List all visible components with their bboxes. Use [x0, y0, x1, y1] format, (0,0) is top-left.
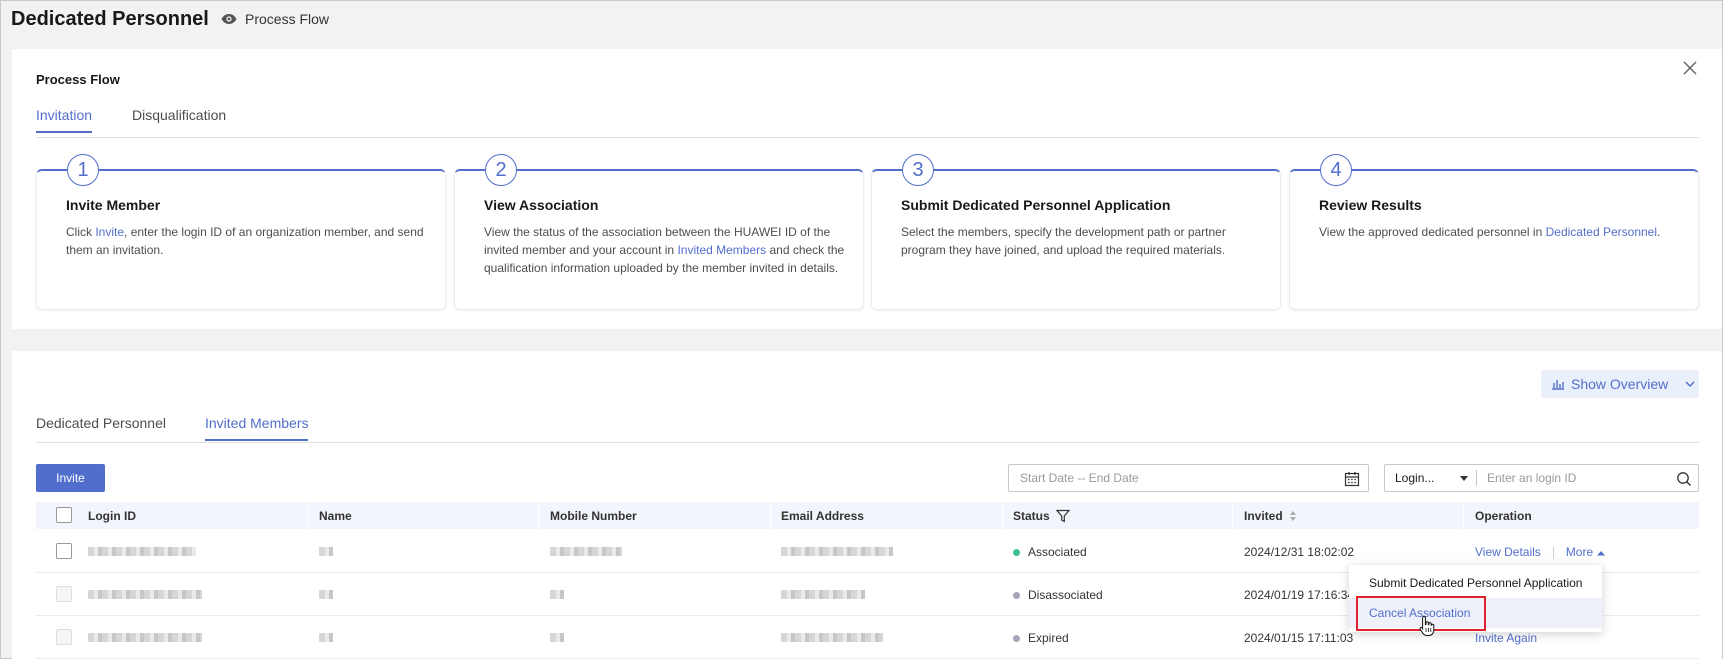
login-id-search-input[interactable]: Enter an login ID: [1476, 464, 1699, 492]
show-overview-button[interactable]: Show Overview: [1541, 370, 1699, 398]
step-title: Review Results: [1319, 197, 1422, 213]
select-all-checkbox[interactable]: [56, 507, 72, 523]
step-description: View the approved dedicated personnel in…: [1319, 225, 1661, 239]
step-number: 1: [67, 154, 99, 186]
eye-icon: [221, 14, 237, 24]
step-title: Invite Member: [66, 197, 161, 213]
step-number: 3: [902, 154, 934, 186]
sort-icon[interactable]: [1289, 510, 1297, 522]
row-checkbox: [56, 586, 72, 602]
column-name: Name: [319, 509, 352, 523]
close-icon[interactable]: [1681, 59, 1699, 77]
step-card-2: 2 View Association View the status of th…: [454, 154, 864, 310]
step-card-1: 1 Invite Member Click Invite, enter the …: [36, 154, 446, 310]
filter-icon[interactable]: [1055, 509, 1070, 523]
column-invited-label: Invited: [1244, 509, 1283, 523]
redacted-mobile: [550, 547, 622, 556]
step-number: 4: [1320, 154, 1352, 186]
more-dropdown[interactable]: More: [1566, 545, 1605, 559]
table-header: Login ID Name Mobile Number Email Addres…: [36, 502, 1699, 529]
login-type-value: Login...: [1395, 471, 1435, 485]
step-title: View Association: [484, 197, 599, 213]
tab-disqualification[interactable]: Disqualification: [132, 107, 226, 131]
operation-cell: Invite Again: [1475, 631, 1537, 645]
invite-link[interactable]: Invite: [95, 225, 124, 239]
status-dot: [1013, 635, 1020, 643]
redacted-mobile: [550, 633, 564, 642]
column-status: Status: [1013, 509, 1070, 523]
list-tabs: Dedicated Personnel Invited Members: [36, 415, 1699, 443]
column-mobile-number: Mobile Number: [550, 509, 637, 523]
process-flow-tabs: Invitation Disqualification: [36, 107, 1699, 138]
operation-cell: View Details More: [1475, 545, 1605, 559]
search-icon[interactable]: [1676, 471, 1692, 487]
row-checkbox[interactable]: [56, 543, 72, 559]
redacted-name: [319, 590, 333, 599]
calendar-icon[interactable]: [1344, 471, 1360, 487]
column-email-address: Email Address: [781, 509, 864, 523]
redacted-login-id: [88, 633, 202, 642]
invite-button[interactable]: Invite: [36, 464, 105, 492]
status-dot: [1013, 549, 1020, 557]
step-description: Select the members, specify the developm…: [901, 225, 1226, 257]
redacted-email: [781, 590, 865, 599]
step-description: Click Invite, enter the login ID of an o…: [66, 225, 424, 257]
redacted-login-id: [88, 590, 202, 599]
redacted-email: [781, 633, 883, 642]
step-description: View the status of the association betwe…: [484, 225, 845, 275]
status-dot: [1013, 592, 1020, 600]
bar-chart-icon: [1552, 380, 1564, 390]
status-cell: Disassociated: [1013, 588, 1103, 602]
row-checkbox: [56, 629, 72, 645]
redacted-mobile: [550, 590, 564, 599]
caret-up-icon: [1596, 550, 1605, 556]
process-flow-link-label: Process Flow: [245, 11, 330, 27]
redacted-name: [319, 547, 333, 556]
process-flow-link[interactable]: Process Flow: [221, 11, 329, 27]
redacted-login-id: [88, 547, 196, 556]
dedicated-personnel-link[interactable]: Dedicated Personnel: [1546, 225, 1657, 239]
date-range-input[interactable]: Start Date -- End Date: [1008, 464, 1369, 492]
show-overview-label: Show Overview: [1571, 376, 1669, 392]
step-card-3: 3 Submit Dedicated Personnel Application…: [871, 154, 1281, 310]
menu-item-submit-application[interactable]: Submit Dedicated Personnel Application: [1349, 568, 1602, 598]
tab-dedicated-personnel[interactable]: Dedicated Personnel: [36, 415, 166, 439]
redacted-email: [781, 547, 893, 556]
tab-invited-members[interactable]: Invited Members: [205, 415, 309, 441]
login-id-placeholder: Enter an login ID: [1487, 471, 1577, 485]
hand-cursor-icon: [1419, 615, 1435, 636]
invited-cell: 2024/01/19 17:16:34: [1244, 588, 1355, 602]
date-range-placeholder: Start Date -- End Date: [1020, 471, 1139, 485]
invited-cell: 2024/01/15 17:11:03: [1244, 631, 1354, 645]
status-cell: Associated: [1013, 545, 1087, 559]
step-title: Submit Dedicated Personnel Application: [901, 197, 1171, 213]
step-card-4: 4 Review Results View the approved dedic…: [1289, 154, 1699, 310]
invited-cell: 2024/12/31 18:02:02: [1244, 545, 1355, 559]
chevron-down-icon: [1685, 381, 1695, 387]
caret-down-icon: [1460, 476, 1468, 481]
page-title: Dedicated Personnel: [11, 8, 209, 30]
column-status-label: Status: [1013, 509, 1050, 523]
redacted-name: [319, 633, 333, 642]
column-invited: Invited: [1244, 509, 1297, 523]
status-cell: Expired: [1013, 631, 1069, 645]
process-flow-title: Process Flow: [36, 72, 120, 87]
invited-members-link[interactable]: Invited Members: [677, 243, 766, 257]
invite-again-link[interactable]: Invite Again: [1475, 631, 1537, 645]
view-details-link[interactable]: View Details: [1475, 545, 1541, 559]
column-login-id: Login ID: [88, 509, 136, 523]
tab-invitation[interactable]: Invitation: [36, 107, 93, 133]
step-number: 2: [485, 154, 517, 186]
column-operation: Operation: [1475, 509, 1532, 523]
login-type-select[interactable]: Login...: [1384, 464, 1476, 492]
